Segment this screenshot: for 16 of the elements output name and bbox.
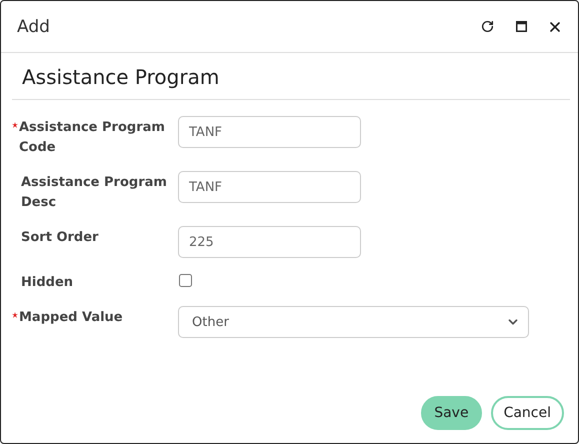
select-field[interactable]: Other [178,306,529,338]
text-field[interactable]: TANF [178,116,361,148]
cancel-button[interactable]: Cancel [490,396,564,430]
save-button[interactable]: Save [421,396,482,430]
window-title: Add [17,16,51,36]
field-label: Mapped Value [19,309,124,327]
text-field[interactable]: TANF [178,171,361,203]
refresh-icon [480,20,494,33]
field-label: Hidden [21,274,74,292]
field-label: Sort Order [21,229,100,247]
maximize-icon [516,21,526,32]
checkbox[interactable] [179,274,192,287]
field-label: Assistance Program Desc [21,174,168,212]
form-heading: Assistance Program [12,53,570,100]
text-field[interactable]: 225 [178,226,361,258]
field-label: Assistance Program Code [19,119,166,157]
